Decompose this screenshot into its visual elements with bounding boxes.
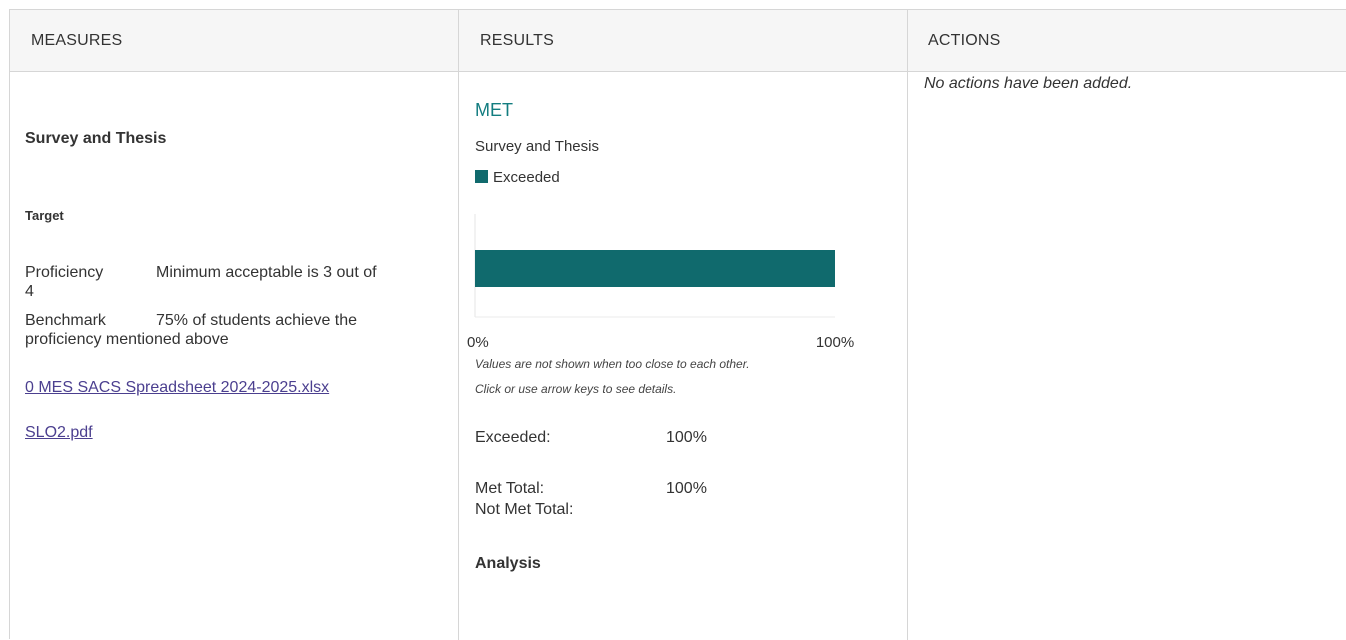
legend-swatch (475, 170, 488, 183)
result-status: MET (475, 100, 513, 120)
result-bar-chart[interactable]: 0% 100% (465, 210, 875, 350)
assessment-table: MEASURES RESULTS ACTIONS Survey and Thes… (9, 9, 1346, 640)
benchmark-label: Benchmark (25, 312, 106, 329)
table-header-row: MEASURES RESULTS ACTIONS (10, 10, 1346, 72)
result-measure-name: Survey and Thesis (475, 138, 599, 155)
proficiency-label: Proficiency (25, 264, 104, 281)
measures-header: MEASURES (31, 32, 123, 49)
target-label: Target (25, 208, 64, 223)
measure-title: Survey and Thesis (25, 130, 167, 147)
actions-empty-message: No actions have been added. (924, 75, 1133, 92)
results-header: RESULTS (480, 32, 555, 49)
not-met-total-label: Not Met Total: (475, 501, 574, 518)
attachment-link-pdf[interactable]: SLO2.pdf (25, 424, 93, 442)
analysis-heading: Analysis (475, 555, 541, 572)
legend-label: Exceeded (493, 169, 560, 186)
column-divider (458, 10, 459, 640)
met-total-label: Met Total: (475, 480, 545, 497)
x-tick-label: 0% (467, 334, 489, 350)
actions-header: ACTIONS (928, 32, 1001, 49)
chart-legend: Exceeded (475, 169, 560, 186)
exceeded-label: Exceeded: (475, 429, 551, 446)
x-tick-label: 100% (816, 334, 854, 350)
benchmark-value: 75% of students achieve the (156, 312, 358, 329)
proficiency-value-cont: 4 (25, 283, 34, 300)
exceeded-value: 100% (666, 429, 707, 446)
chart-note-values: Values are not shown when too close to e… (475, 357, 750, 371)
proficiency-value: Minimum acceptable is 3 out of (156, 264, 377, 281)
attachment-link-spreadsheet[interactable]: 0 MES SACS Spreadsheet 2024-2025.xlsx (25, 379, 329, 397)
benchmark-value-cont: proficiency mentioned above (25, 331, 229, 348)
bar-exceeded[interactable] (475, 250, 835, 287)
column-divider (907, 10, 908, 640)
chart-note-keys: Click or use arrow keys to see details. (475, 382, 677, 396)
met-total-value: 100% (666, 480, 707, 497)
